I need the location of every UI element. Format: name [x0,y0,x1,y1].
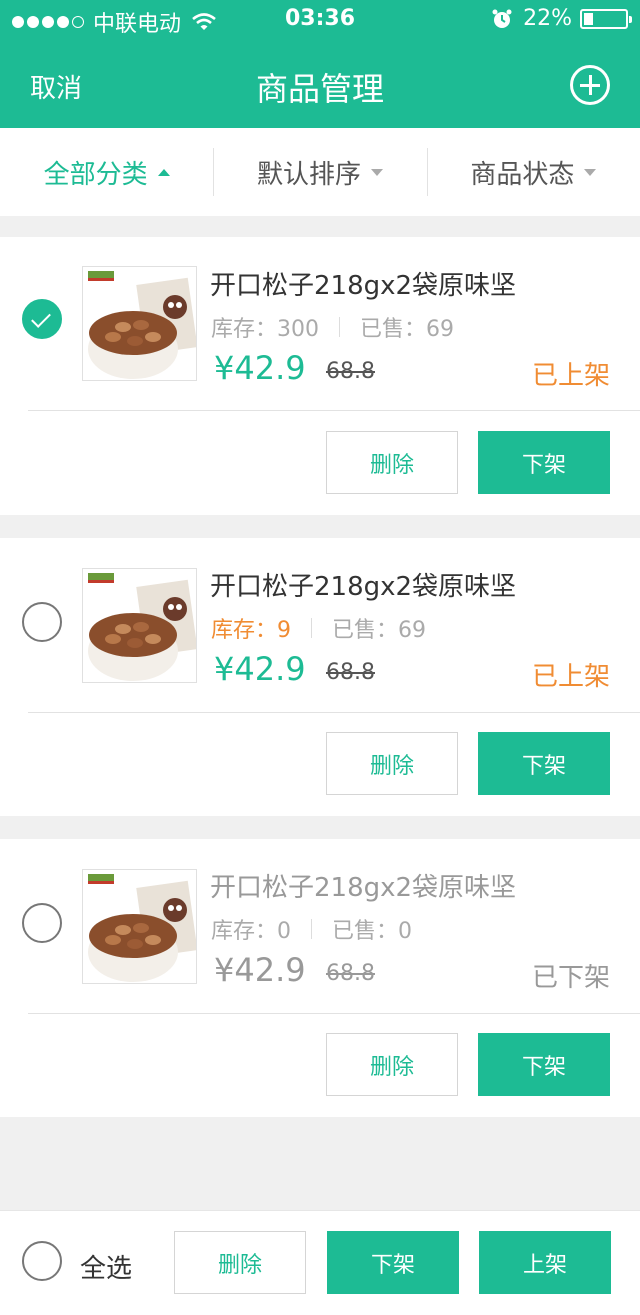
divider [28,712,640,713]
product-image-graphic [88,271,196,379]
product-image [82,568,197,683]
product-name: 开口松子218gx2袋原味坚 [210,572,517,602]
page-title: 商品管理 [255,70,384,108]
divider [28,1013,640,1014]
off-shelf-button[interactable]: 下架 [478,732,610,795]
caret-up-icon [157,168,170,176]
select-checkbox[interactable] [22,903,62,943]
select-checkbox[interactable] [22,299,62,339]
filter-sort[interactable]: 默认排序 [213,128,426,216]
select-all-checkbox[interactable] [22,1241,62,1281]
status-badge: 已下架 [531,963,610,993]
stats-divider [311,618,312,638]
caret-down-icon [584,168,597,176]
status-badge: 已上架 [531,361,610,391]
stats-divider [339,317,340,337]
stock-count: 库存：0 [211,919,291,944]
product-stats: 库存：0 已售：0 [211,913,412,945]
off-shelf-button[interactable]: 下架 [478,1033,610,1096]
battery-icon [580,8,632,29]
product-name: 开口松子218gx2袋原味坚 [210,873,517,903]
select-all-label[interactable]: 全选 [80,1248,132,1285]
batch-on-shelf-button[interactable]: 上架 [479,1231,611,1294]
filter-status[interactable]: 商品状态 [426,128,640,216]
select-checkbox[interactable] [22,602,62,642]
filter-sort-label: 默认排序 [256,159,361,190]
delete-button[interactable]: 删除 [326,732,458,795]
original-price: 68.8 [326,660,375,685]
plus-circle-icon[interactable] [570,65,610,105]
product-image [82,869,197,984]
battery-percent: 22% [523,6,572,31]
batch-off-shelf-button[interactable]: 下架 [327,1231,459,1294]
status-bar: 中联电动 03:36 22% [0,0,640,40]
product-card: 开口松子218gx2袋原味坚 库存：0 已售：0 ¥42.9 68.8 已下架 … [0,839,640,1117]
batch-delete-button[interactable]: 删除 [174,1231,306,1294]
product-card: 开口松子218gx2袋原味坚 库存：300 已售：69 ¥42.9 68.8 已… [0,237,640,515]
alarm-icon [492,9,512,28]
filter-category[interactable]: 全部分类 [0,128,213,216]
product-price: ¥42.9 [214,349,306,387]
stock-count: 库存：9 [211,618,291,643]
product-image [82,266,197,381]
divider [28,410,640,411]
product-name: 开口松子218gx2袋原味坚 [210,271,517,301]
filter-category-label: 全部分类 [43,159,148,190]
product-stats: 库存：300 已售：69 [211,311,454,343]
original-price: 68.8 [326,359,375,384]
filter-bar: 全部分类 默认排序 商品状态 [0,128,640,216]
product-price: ¥42.9 [214,951,306,989]
original-price: 68.8 [326,961,375,986]
product-card: 开口松子218gx2袋原味坚 库存：9 已售：69 ¥42.9 68.8 已上架… [0,538,640,816]
bottom-action-bar: 全选 删除 下架 上架 [0,1210,640,1315]
off-shelf-button[interactable]: 下架 [478,431,610,494]
product-image-graphic [88,573,196,681]
stock-count: 库存：300 [211,317,319,342]
status-badge: 已上架 [531,662,610,692]
filter-status-label: 商品状态 [470,159,575,190]
delete-button[interactable]: 删除 [326,431,458,494]
delete-button[interactable]: 删除 [326,1033,458,1096]
product-image-graphic [88,874,196,982]
caret-down-icon [371,168,383,176]
product-price: ¥42.9 [214,650,306,688]
header: 中联电动 03:36 22% 取消 商品管理 [0,0,640,128]
stats-divider [311,919,312,939]
sold-count: 已售：69 [360,317,454,342]
sold-count: 已售：69 [332,618,426,643]
product-stats: 库存：9 已售：69 [211,612,426,644]
sold-count: 已售：0 [332,919,412,944]
